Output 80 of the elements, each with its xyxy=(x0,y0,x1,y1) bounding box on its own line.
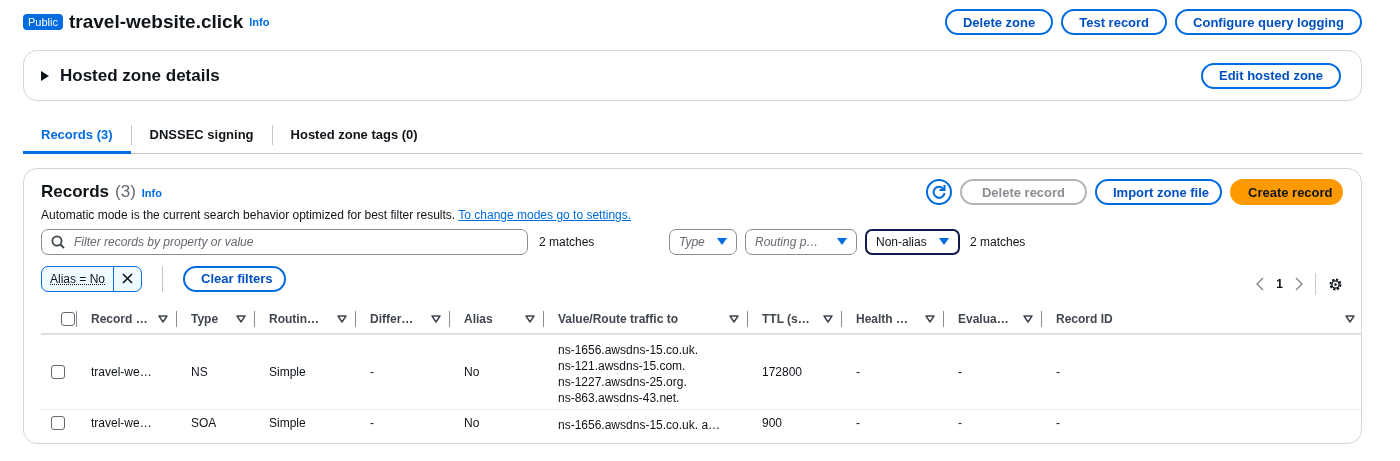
filter-dropdown[interactable]: Routing p… xyxy=(745,229,857,255)
table-cell: SOA xyxy=(191,415,217,430)
column-header[interactable]: Alias xyxy=(464,312,493,326)
table-cell: Simple xyxy=(269,364,306,379)
select-all-checkbox[interactable] xyxy=(61,312,75,326)
column-header[interactable]: TTL (s… xyxy=(762,312,810,326)
sort-icon[interactable] xyxy=(823,315,833,323)
sort-icon[interactable] xyxy=(431,315,441,323)
caret-down-icon xyxy=(837,238,847,246)
sort-icon[interactable] xyxy=(925,315,935,323)
refresh-icon[interactable] xyxy=(926,179,952,205)
record-count: (3) xyxy=(115,182,136,202)
match-count: 2 matches xyxy=(970,235,1027,249)
header-button[interactable]: Configure query logging xyxy=(1175,9,1362,35)
settings-link[interactable]: To change modes go to settings. xyxy=(458,208,632,222)
sort-icon[interactable] xyxy=(729,315,739,323)
caret-down-icon xyxy=(939,238,949,246)
column-header[interactable]: Record ID xyxy=(1056,312,1113,326)
section-title[interactable]: Hosted zone details xyxy=(60,65,220,86)
header-button[interactable]: Delete zone xyxy=(944,9,1054,35)
table-cell: Simple xyxy=(269,415,306,430)
column-header[interactable]: Routin… xyxy=(269,312,319,326)
table-cell: ns-1656.awsdns-15.co.uk. a… xyxy=(558,417,721,432)
zone-title: travel-website.click xyxy=(68,11,244,33)
tab[interactable]: Records (3) xyxy=(23,117,131,154)
info-link[interactable]: Info xyxy=(249,16,270,28)
expand-caret-icon[interactable] xyxy=(40,70,50,81)
column-header[interactable]: Type xyxy=(191,312,219,326)
table-cell: - xyxy=(370,415,374,430)
table-cell: - xyxy=(958,364,962,379)
table-cell: - xyxy=(1056,415,1060,430)
table-cell: NS xyxy=(191,364,208,379)
close-icon[interactable] xyxy=(122,273,134,284)
table-cell: No xyxy=(464,364,480,379)
clear-filters-button[interactable]: Clear filters xyxy=(183,265,287,292)
filter-token[interactable]: Alias = No xyxy=(41,265,143,292)
column-header[interactable]: Value/Route traffic to xyxy=(558,312,679,326)
sort-icon[interactable] xyxy=(1345,315,1355,323)
table-cell: - xyxy=(856,364,860,379)
filter-dropdown[interactable]: Non-alias xyxy=(865,229,960,255)
panel-title: Records xyxy=(41,182,110,202)
chevron-right-icon[interactable] xyxy=(1295,277,1303,291)
column-header[interactable]: Evalua… xyxy=(958,312,1009,326)
table-cell: - xyxy=(856,415,860,430)
table-cell: ns-1656.awsdns-15.co.uk. ns-121.awsdns-15.com. ns-1227.awsdns-25.org. ns-863.awsdns-43.net. xyxy=(558,342,699,405)
info-link[interactable]: Info xyxy=(141,187,162,199)
row-checkbox[interactable] xyxy=(51,364,65,379)
header-button[interactable]: Test record xyxy=(1061,9,1168,35)
filter-dropdown[interactable]: Type xyxy=(669,229,737,255)
chevron-left-icon[interactable] xyxy=(1256,277,1265,291)
column-header[interactable]: Record … xyxy=(91,312,148,326)
table-cell: - xyxy=(1056,364,1060,379)
sort-icon[interactable] xyxy=(1023,315,1033,323)
table-cell: - xyxy=(370,364,374,379)
sort-icon[interactable] xyxy=(337,315,347,323)
row-checkbox[interactable] xyxy=(51,415,65,430)
edit-hosted-zone-button[interactable]: Edit hosted zone xyxy=(1201,62,1341,89)
public-badge: Public xyxy=(23,14,63,30)
search-field[interactable]: Filter records by property or value xyxy=(41,229,528,255)
table-cell: - xyxy=(958,415,962,430)
column-header[interactable]: Health … xyxy=(856,312,908,326)
table-cell: 900 xyxy=(762,415,783,430)
sort-icon[interactable] xyxy=(525,315,535,323)
table-cell: No xyxy=(464,415,480,430)
toolbar-button[interactable]: Create record xyxy=(1230,179,1343,205)
column-header[interactable]: Differ… xyxy=(370,312,414,326)
caret-down-icon xyxy=(717,238,727,246)
description-text: Automatic mode is the current search behavior optimized for best filter results. To change modes go to settings. xyxy=(41,208,633,222)
table-cell: 172800 xyxy=(762,364,803,379)
toolbar-button[interactable]: Import zone file xyxy=(1095,179,1222,205)
search-icon xyxy=(51,235,65,249)
match-count: 2 matches xyxy=(539,235,596,249)
tab[interactable]: DNSSEC signing xyxy=(131,117,272,154)
page-number[interactable]: 1 xyxy=(1276,277,1283,291)
sort-icon[interactable] xyxy=(158,315,168,323)
settings-icon[interactable] xyxy=(1328,276,1343,292)
table-cell: travel-we… xyxy=(91,364,152,379)
sort-icon[interactable] xyxy=(236,315,246,323)
tab[interactable]: Hosted zone tags (0) xyxy=(272,117,436,154)
table-cell: travel-we… xyxy=(91,415,152,430)
